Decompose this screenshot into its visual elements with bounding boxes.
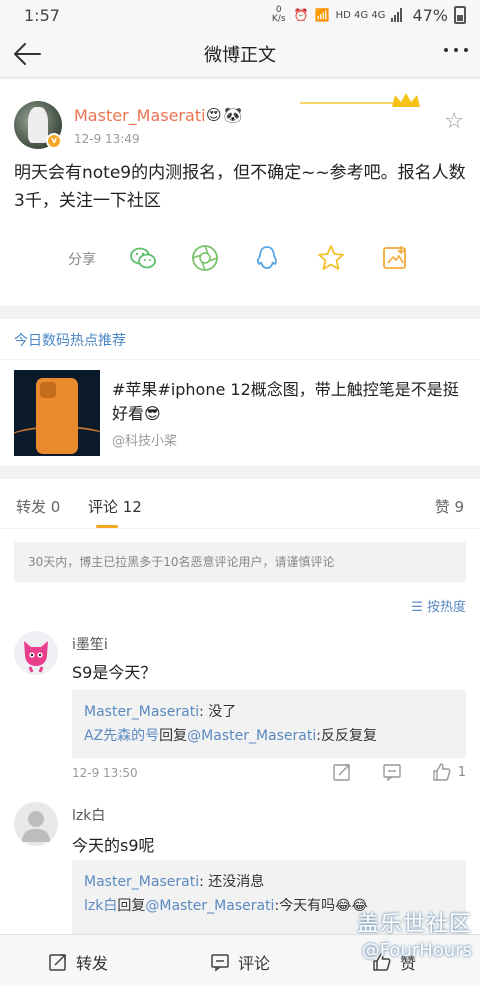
reply-box[interactable]: Master_Maserati: 没了 AZ先森的号回复@Master_Mase… (72, 690, 466, 758)
sort-button[interactable]: ☰ 按热度 (411, 596, 466, 615)
reply-comment-icon[interactable] (382, 762, 402, 782)
page-title: 微博正文 (204, 44, 276, 66)
comment-avatar[interactable] (14, 802, 58, 846)
comment-text: S9是今天？ (72, 663, 157, 682)
reply-text: : 没了 (199, 704, 237, 720)
reply-author[interactable]: Master_Maserati (84, 874, 199, 890)
comment-notice: 30天内，博主已拉黑多于10名恶意评论用户，请谨慎评论 (14, 542, 466, 582)
comment-actions: 1 (332, 762, 466, 782)
favorite-star-icon[interactable]: ☆ (444, 109, 464, 134)
hot-recommendation: 今日数码热点推荐 #苹果#iphone 12概念图，带上触控笔是不是挺好看😎 @… (0, 319, 480, 466)
network-label: HD 4G 4G (335, 9, 386, 21)
share-label: 分享 (68, 252, 96, 268)
comment-text: 今天的s9呢 (72, 836, 155, 855)
more-icon[interactable] (444, 48, 468, 52)
thumbs-up-icon (433, 763, 451, 781)
like-count: 1 (457, 764, 466, 780)
share-comment-icon[interactable] (332, 762, 352, 782)
tab-like[interactable]: 赞 9 (435, 496, 464, 517)
pink-cat-avatar-icon (24, 641, 48, 673)
comment-username[interactable]: lzk白 (72, 805, 105, 825)
default-user-avatar-icon (22, 811, 50, 842)
favorite-share-star-icon[interactable] (316, 243, 346, 273)
vip-emoji-badge: 😍 (206, 106, 222, 124)
watermark-line-2: @FourHours (361, 940, 472, 961)
battery-icon (454, 6, 466, 24)
panda-badge: 🐼 (223, 106, 243, 124)
reply-target[interactable]: @Master_Maserati (187, 728, 316, 744)
wifi-icon: 📶 (314, 8, 330, 22)
reply-target[interactable]: @Master_Maserati (145, 898, 274, 914)
status-bar: 1:57 0 K/s ⏰ 📶 HD 4G 4G 47% (0, 0, 480, 30)
moments-icon[interactable] (190, 243, 220, 273)
reply-verb: 回复 (159, 728, 188, 744)
comment-button[interactable]: 评论 (210, 950, 270, 974)
sort-icon: ☰ (411, 600, 423, 615)
hot-section-title: 今日数码热点推荐 (14, 333, 126, 349)
comment-icon (211, 954, 229, 972)
divider (0, 359, 480, 360)
verified-badge: v (46, 133, 62, 149)
reply-author[interactable]: Master_Maserati (84, 704, 199, 720)
post-time: 12-9 13:49 (74, 132, 140, 146)
reply-verb: 回复 (117, 898, 146, 914)
wechat-icon[interactable] (128, 243, 158, 273)
comment-label: 评论 (238, 954, 271, 973)
comment-time: 12-9 13:50 (72, 766, 138, 780)
reply-text: : 还没消息 (199, 874, 265, 890)
hot-thumbnail[interactable] (14, 370, 100, 456)
nav-bar: 微博正文 (0, 30, 480, 78)
tab-active-indicator (96, 525, 118, 528)
repost-icon (49, 954, 66, 971)
comment-username[interactable]: i墨笙i (72, 634, 108, 654)
hot-source[interactable]: @科技小桨 (112, 430, 177, 449)
reply-author[interactable]: AZ先森的号 (84, 728, 159, 744)
save-image-icon[interactable] (380, 243, 410, 273)
sort-label: 按热度 (426, 600, 466, 615)
watermark: 盖乐世社区 @FourHours (357, 906, 472, 961)
crown-decoration-icon (300, 93, 420, 107)
like-comment-button[interactable]: 1 (432, 762, 466, 782)
status-icons: 0 K/s ⏰ 📶 HD 4G 4G 47% (270, 6, 466, 25)
reply-line: Master_Maserati: 还没消息 (84, 870, 454, 894)
comment-avatar[interactable] (14, 631, 58, 675)
tab-comment[interactable]: 评论 12 (88, 496, 142, 517)
signal-icon (391, 8, 403, 22)
alarm-icon: ⏰ (293, 8, 309, 22)
repost-label: 转发 (76, 954, 109, 973)
reply-line: Master_Maserati: 没了 (84, 700, 454, 724)
back-arrow-icon[interactable] (12, 40, 42, 68)
battery-percent: 47% (412, 5, 448, 25)
comments-section: 转发 0 评论 12 赞 9 30天内，博主已拉黑多于10名恶意评论用户，请谨慎… (0, 479, 480, 934)
hot-headline[interactable]: #苹果#iphone 12概念图，带上触控笔是不是挺好看😎 (112, 378, 462, 426)
reply-author[interactable]: lzk白 (84, 898, 117, 914)
reply-text: :反反复复 (316, 728, 377, 744)
tab-repost[interactable]: 转发 0 (16, 496, 60, 517)
post-card: v Master_Maserati 😍 🐼 12-9 13:49 ☆ 明天会有n… (0, 79, 480, 306)
share-row: 分享 (0, 241, 480, 275)
status-time: 1:57 (24, 5, 60, 25)
net-speed: 0 K/s (271, 5, 286, 24)
repost-button[interactable]: 转发 (48, 950, 108, 974)
author-name[interactable]: Master_Maserati (74, 106, 206, 125)
comment-tabs: 转发 0 评论 12 赞 9 (0, 479, 480, 529)
post-content: 明天会有note9的内测报名，但不确定~~参考吧。报名人数3千，关注一下社区 (14, 163, 466, 211)
user-badges: 😍 🐼 (206, 106, 242, 124)
reply-line: AZ先森的号回复@Master_Maserati:反反复复 (84, 724, 454, 748)
watermark-line-1: 盖乐世社区 (356, 912, 472, 937)
qq-icon[interactable] (252, 243, 282, 273)
reply-text: :今天有吗😂😂 (274, 898, 368, 914)
